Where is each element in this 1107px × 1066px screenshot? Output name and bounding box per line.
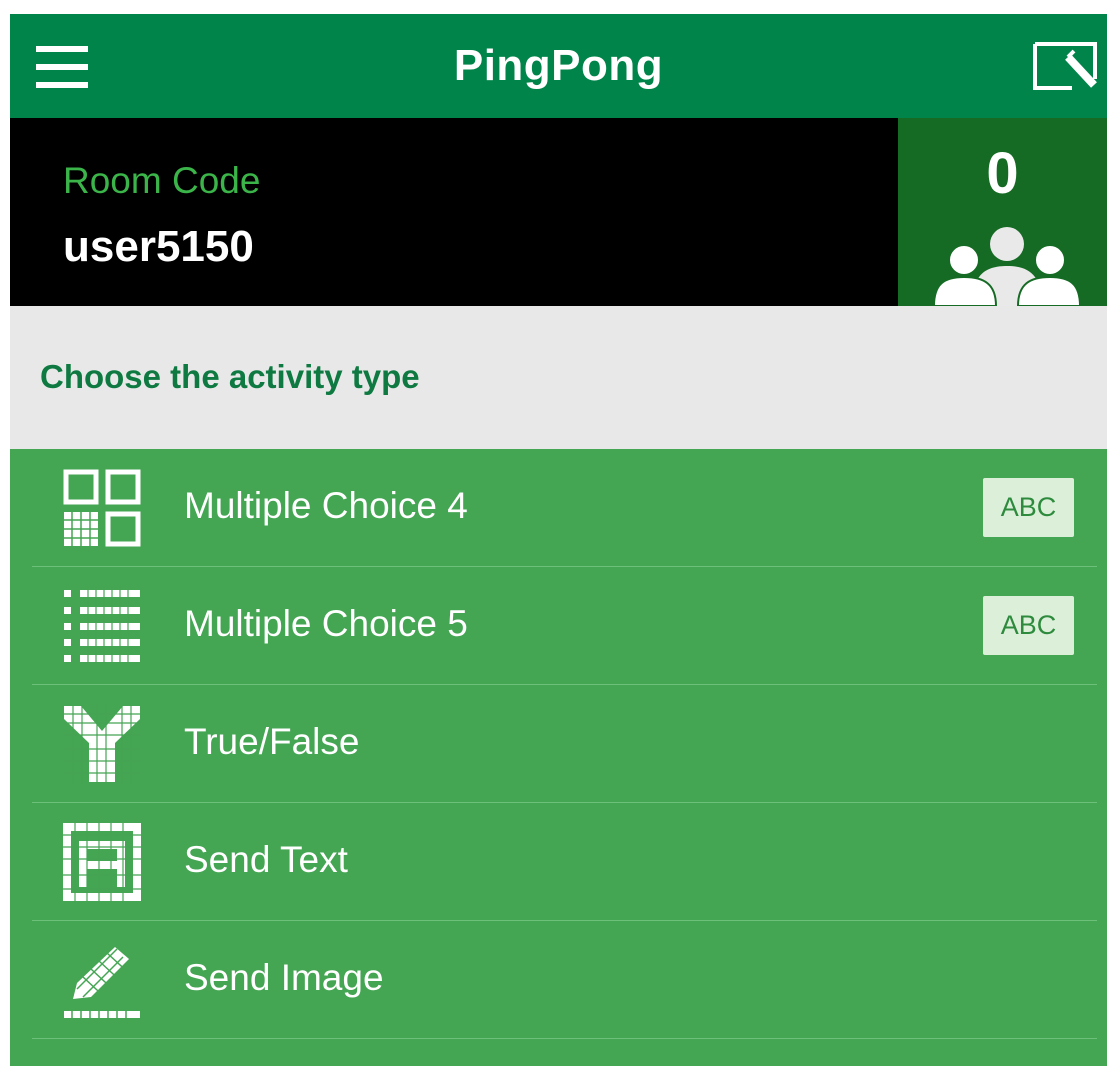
activity-type-header: Choose the activity type	[10, 306, 1107, 449]
top-bar: PingPong	[10, 14, 1107, 118]
abc-badge[interactable]: ABC	[983, 478, 1074, 537]
participant-count: 0	[986, 141, 1019, 206]
pencil-icon	[64, 947, 140, 1018]
room-code-value: user5150	[63, 222, 254, 271]
activity-true-false[interactable]: True/False	[10, 685, 1107, 803]
activity-label: Send Image	[184, 957, 384, 998]
app-title: PingPong	[453, 41, 664, 90]
section-heading: Choose the activity type	[40, 358, 420, 395]
activity-label: Multiple Choice 4	[184, 485, 468, 526]
group-icon	[934, 227, 1080, 306]
activity-send-text[interactable]: Send Text	[10, 803, 1107, 921]
row-divider	[32, 1038, 1097, 1039]
activity-send-image[interactable]: Send Image	[10, 921, 1107, 1039]
list-five-icon	[64, 587, 140, 665]
participants-button[interactable]: 0	[898, 118, 1107, 306]
activity-multiple-choice-5[interactable]: Multiple Choice 5 ABC	[10, 567, 1107, 685]
activity-label: Multiple Choice 5	[184, 603, 468, 644]
activity-label: Send Text	[184, 839, 348, 880]
letter-a-icon	[63, 823, 141, 901]
activity-label: True/False	[184, 721, 360, 762]
hamburger-menu-icon[interactable]	[36, 44, 92, 90]
app-screen: PingPong Room Code user5150 0 Choose the…	[10, 14, 1107, 1066]
activity-multiple-choice-4[interactable]: Multiple Choice 4 ABC	[10, 449, 1107, 567]
room-code-panel: Room Code user5150	[10, 118, 898, 306]
y-fork-icon	[63, 705, 141, 783]
grid-four-icon	[63, 469, 141, 547]
room-code-label: Room Code	[63, 160, 261, 201]
activity-list: Multiple Choice 4 ABC Multiple Choice 5 …	[10, 449, 1107, 1066]
screen-edit-icon[interactable]	[1032, 41, 1098, 91]
abc-badge[interactable]: ABC	[983, 596, 1074, 655]
